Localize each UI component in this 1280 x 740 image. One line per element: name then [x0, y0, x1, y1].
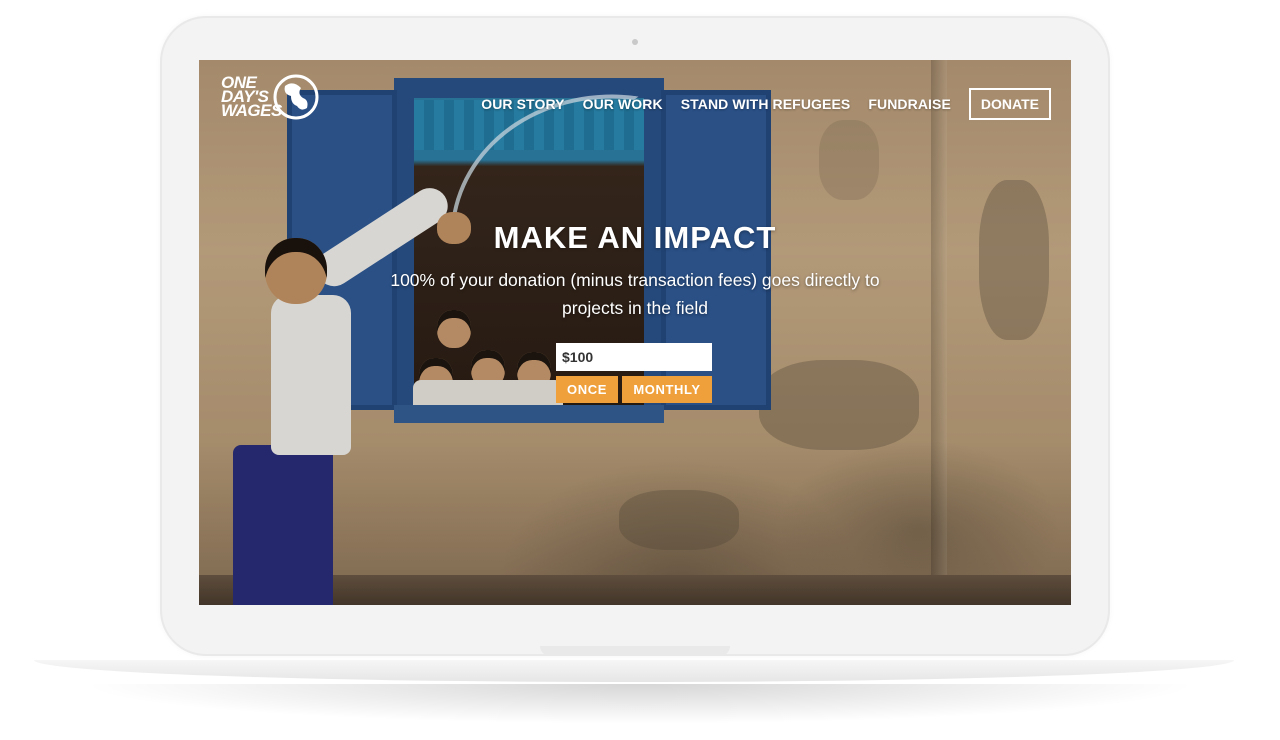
laptop-shadow — [80, 684, 1200, 724]
monthly-button[interactable]: MONTHLY — [622, 376, 712, 403]
nav-our-work[interactable]: OUR WORK — [583, 96, 663, 112]
nav-donate-button[interactable]: DONATE — [968, 88, 1051, 120]
logo-text: ONE DAY'S WAGES — [221, 73, 282, 120]
website-screen: ONE DAY'S WAGES OUR STORY OUR WORK STAND… — [199, 60, 1071, 605]
laptop-hinge — [540, 646, 730, 656]
camera-dot — [632, 39, 638, 45]
globe-logo-icon — [273, 74, 319, 120]
hero-title: MAKE AN IMPACT — [493, 220, 777, 255]
once-button[interactable]: ONCE — [556, 376, 618, 403]
donation-amount-input[interactable] — [556, 343, 712, 371]
logo[interactable]: ONE DAY'S WAGES — [219, 66, 323, 132]
nav-fundraise[interactable]: FUNDRAISE — [868, 96, 951, 112]
nav-our-story[interactable]: OUR STORY — [481, 96, 564, 112]
hero-section: MAKE AN IMPACT 100% of your donation (mi… — [359, 220, 911, 322]
hero-subtitle: 100% of your donation (minus transaction… — [390, 270, 880, 318]
laptop-base — [34, 660, 1234, 682]
nav-stand-with-refugees[interactable]: STAND WITH REFUGEES — [681, 96, 851, 112]
main-navigation: OUR STORY OUR WORK STAND WITH REFUGEES F… — [463, 88, 1051, 120]
